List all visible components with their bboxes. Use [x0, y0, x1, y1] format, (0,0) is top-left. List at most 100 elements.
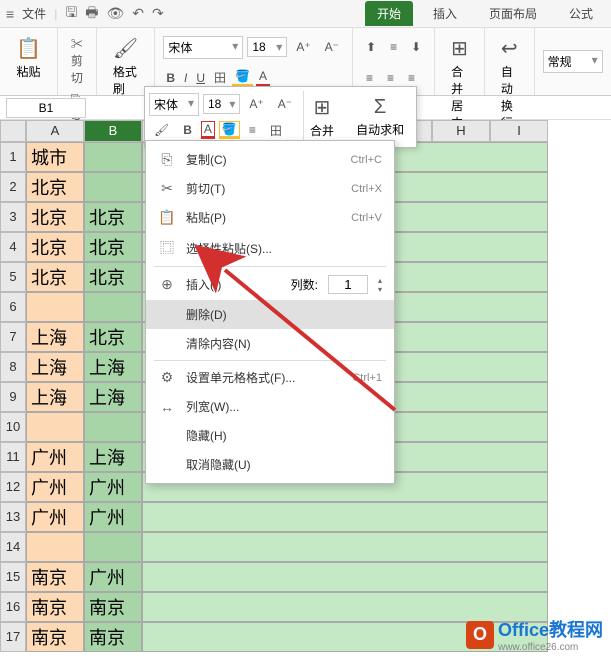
- ctx-hide[interactable]: 隐藏(H): [146, 421, 394, 450]
- file-menu[interactable]: 文件: [22, 5, 46, 22]
- cell[interactable]: [84, 532, 142, 562]
- cell[interactable]: 南京: [26, 592, 84, 622]
- app-menu-icon[interactable]: ≡: [6, 6, 14, 22]
- ctx-insert[interactable]: ⊕ 插入(I) 列数: ▴▾: [146, 269, 394, 300]
- ctx-copy[interactable]: ⎘ 复制(C) Ctrl+C: [146, 145, 394, 174]
- cell[interactable]: 广州: [26, 472, 84, 502]
- align-bottom-icon[interactable]: ⬇: [406, 37, 426, 57]
- cell[interactable]: 北京: [84, 322, 142, 352]
- cell[interactable]: [84, 172, 142, 202]
- col-header-I[interactable]: I: [490, 120, 548, 142]
- border-button[interactable]: 田: [211, 68, 229, 87]
- row-header[interactable]: 12: [0, 472, 26, 502]
- row-header[interactable]: 2: [0, 172, 26, 202]
- mini-align-button[interactable]: ≡: [244, 120, 261, 140]
- cell[interactable]: 上海: [84, 382, 142, 412]
- mini-autosum-button[interactable]: Σ 自动求和: [348, 92, 412, 142]
- cell[interactable]: 南京: [26, 562, 84, 592]
- cell[interactable]: [142, 532, 548, 562]
- paste-button[interactable]: 📋 粘贴: [8, 32, 49, 84]
- align-middle-icon[interactable]: ≡: [385, 37, 402, 57]
- cell[interactable]: 广州: [26, 502, 84, 532]
- cell[interactable]: 广州: [84, 502, 142, 532]
- ctx-unhide[interactable]: 取消隐藏(U): [146, 450, 394, 479]
- mini-increase-font-icon[interactable]: A⁺: [244, 94, 268, 114]
- ctx-delete[interactable]: 删除(D): [146, 300, 394, 329]
- row-header[interactable]: 10: [0, 412, 26, 442]
- increase-font-icon[interactable]: A⁺: [291, 37, 315, 57]
- row-header[interactable]: 7: [0, 322, 26, 352]
- col-count-input[interactable]: [328, 275, 368, 294]
- row-header[interactable]: 8: [0, 352, 26, 382]
- cell[interactable]: [142, 562, 548, 592]
- cell[interactable]: 南京: [84, 592, 142, 622]
- cell[interactable]: 北京: [84, 262, 142, 292]
- cell[interactable]: 北京: [26, 232, 84, 262]
- font-name-select[interactable]: 宋体: [163, 36, 243, 59]
- cell[interactable]: 北京: [84, 202, 142, 232]
- row-header[interactable]: 17: [0, 622, 26, 652]
- redo-icon[interactable]: ↷: [152, 5, 164, 22]
- cell[interactable]: 广州: [84, 562, 142, 592]
- font-size-select[interactable]: 18: [247, 37, 287, 57]
- cell[interactable]: 上海: [26, 382, 84, 412]
- preview-icon[interactable]: 👁: [106, 5, 124, 22]
- col-header-A[interactable]: A: [26, 120, 84, 142]
- tab-insert[interactable]: 插入: [421, 1, 469, 26]
- row-header[interactable]: 3: [0, 202, 26, 232]
- select-all-corner[interactable]: [0, 120, 26, 142]
- row-header[interactable]: 6: [0, 292, 26, 322]
- cell[interactable]: 北京: [84, 232, 142, 262]
- cell[interactable]: [84, 142, 142, 172]
- number-format-select[interactable]: 常规: [543, 50, 603, 73]
- mini-fill-color-button[interactable]: 🪣: [219, 121, 240, 139]
- font-color-button[interactable]: A: [256, 68, 270, 87]
- ctx-col-width[interactable]: ↔ 列宽(W)...: [146, 392, 394, 421]
- cell[interactable]: 南京: [26, 622, 84, 652]
- italic-button[interactable]: I: [181, 70, 190, 86]
- mini-font-size[interactable]: 18: [203, 94, 240, 114]
- mini-merge-button[interactable]: ⊞ 合并: [303, 91, 342, 143]
- cut-button[interactable]: ✂ 剪切: [66, 32, 88, 89]
- row-header[interactable]: 9: [0, 382, 26, 412]
- cell[interactable]: [84, 292, 142, 322]
- tab-start[interactable]: 开始: [365, 1, 413, 26]
- mini-font-color-button[interactable]: A: [201, 121, 215, 139]
- col-header-B[interactable]: B: [84, 120, 142, 142]
- col-header-H[interactable]: H: [432, 120, 490, 142]
- ctx-format-cells[interactable]: ⚙ 设置单元格格式(F)... Ctrl+1: [146, 363, 394, 392]
- cell[interactable]: 北京: [26, 172, 84, 202]
- cell[interactable]: 广州: [26, 442, 84, 472]
- cell[interactable]: 上海: [26, 352, 84, 382]
- spinner[interactable]: ▴▾: [378, 276, 382, 294]
- tab-formula[interactable]: 公式: [557, 1, 605, 26]
- cell[interactable]: [26, 292, 84, 322]
- row-header[interactable]: 16: [0, 592, 26, 622]
- align-center-icon[interactable]: ≡: [382, 68, 399, 88]
- row-header[interactable]: 15: [0, 562, 26, 592]
- cell[interactable]: 上海: [84, 442, 142, 472]
- align-right-icon[interactable]: ≡: [403, 68, 420, 88]
- fill-color-button[interactable]: 🪣: [232, 68, 253, 87]
- cell[interactable]: [26, 412, 84, 442]
- tab-layout[interactable]: 页面布局: [477, 1, 549, 26]
- ctx-paste-special[interactable]: ⿴ 选择性粘贴(S)...: [146, 232, 394, 264]
- cell[interactable]: 上海: [84, 352, 142, 382]
- cell[interactable]: [84, 412, 142, 442]
- name-box[interactable]: B1: [6, 98, 86, 118]
- bold-button[interactable]: B: [163, 70, 178, 86]
- row-header[interactable]: 1: [0, 142, 26, 172]
- ctx-cut[interactable]: ✂ 剪切(T) Ctrl+X: [146, 174, 394, 203]
- row-header[interactable]: 11: [0, 442, 26, 472]
- cell[interactable]: 广州: [84, 472, 142, 502]
- mini-decrease-font-icon[interactable]: A⁻: [273, 94, 297, 114]
- cell[interactable]: 城市: [26, 142, 84, 172]
- cell[interactable]: 上海: [26, 322, 84, 352]
- cell[interactable]: [142, 502, 548, 532]
- cell[interactable]: 北京: [26, 262, 84, 292]
- align-top-icon[interactable]: ⬆: [361, 37, 381, 57]
- underline-button[interactable]: U: [193, 70, 208, 86]
- save-icon[interactable]: 🖫: [65, 2, 77, 26]
- undo-icon[interactable]: ↶: [132, 5, 144, 22]
- row-header[interactable]: 5: [0, 262, 26, 292]
